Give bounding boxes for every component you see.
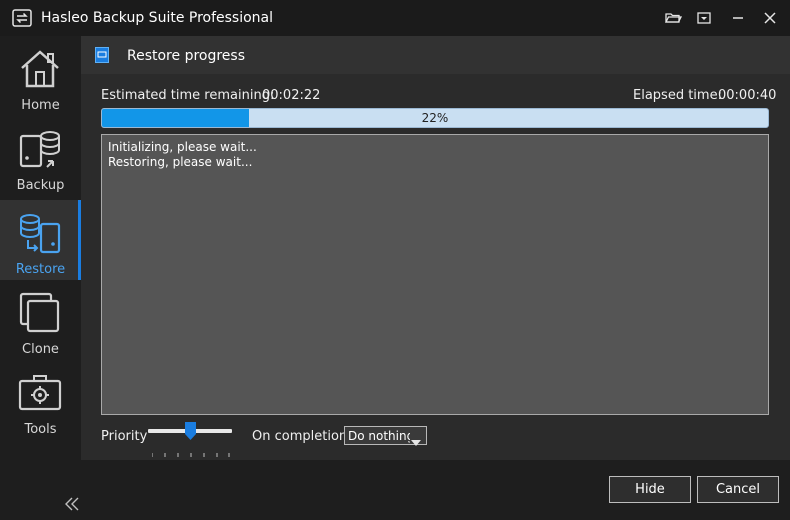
title-bar: Hasleo Backup Suite Professional [0,0,790,36]
slider-ticks [151,442,230,457]
backup-app-icon [12,9,32,27]
slider-thumb[interactable] [184,422,196,440]
log-line: Restoring, please wait... [108,155,253,169]
sidebar-item-backup[interactable]: Backup [0,116,81,196]
completion-select[interactable]: Do nothing [344,426,427,446]
log-line: Initializing, please wait... [108,140,257,154]
log-output: Initializing, please wait... Restoring, … [101,134,769,415]
minimize-icon[interactable] [728,8,748,28]
double-chevron-left-icon[interactable] [64,496,80,512]
progress-percent: 22% [421,111,449,125]
sidebar-item-clone[interactable]: Clone [0,280,81,360]
restore-icon [17,210,63,256]
sidebar: Home Backup Restore Clone Tools [0,36,81,520]
sidebar-item-restore[interactable]: Restore [0,200,81,280]
window-title: Hasleo Backup Suite Professional [41,10,274,26]
priority-slider[interactable] [148,422,232,457]
folder-open-icon[interactable] [663,8,683,28]
completion-value: Do nothing [348,429,410,443]
elapsed-value: 00:00:40 [718,88,777,103]
close-icon[interactable] [760,8,780,28]
remaining-label: Estimated time remaining: [101,88,275,103]
page-title: Restore progress [127,48,246,64]
progress-bar: 22% [101,108,769,128]
home-icon [17,46,63,92]
cancel-button[interactable]: Cancel [697,476,779,503]
sidebar-item-label: Backup [16,178,65,193]
remaining-value: 00:02:22 [262,88,321,103]
completion-label: On completion [252,429,348,444]
sidebar-item-label: Clone [22,342,59,357]
sidebar-item-label: Tools [24,422,57,437]
chevron-down-icon [411,432,421,446]
sidebar-item-label: Home [21,98,60,113]
restore-progress-panel: Restore progress Estimated time remainin… [81,36,790,460]
clone-icon [17,290,63,336]
sidebar-item-home[interactable]: Home [0,36,81,116]
backup-icon [17,126,63,172]
sidebar-item-tools[interactable]: Tools [0,360,81,440]
elapsed-label: Elapsed time: [633,88,722,103]
sidebar-item-label: Restore [15,262,66,277]
hide-button[interactable]: Hide [609,476,691,503]
restore-panel-icon [95,47,109,63]
priority-label: Priority [101,429,148,444]
toolbox-icon [17,370,63,416]
section-header: Restore progress [81,36,790,74]
dropdown-menu-icon[interactable] [694,8,714,28]
